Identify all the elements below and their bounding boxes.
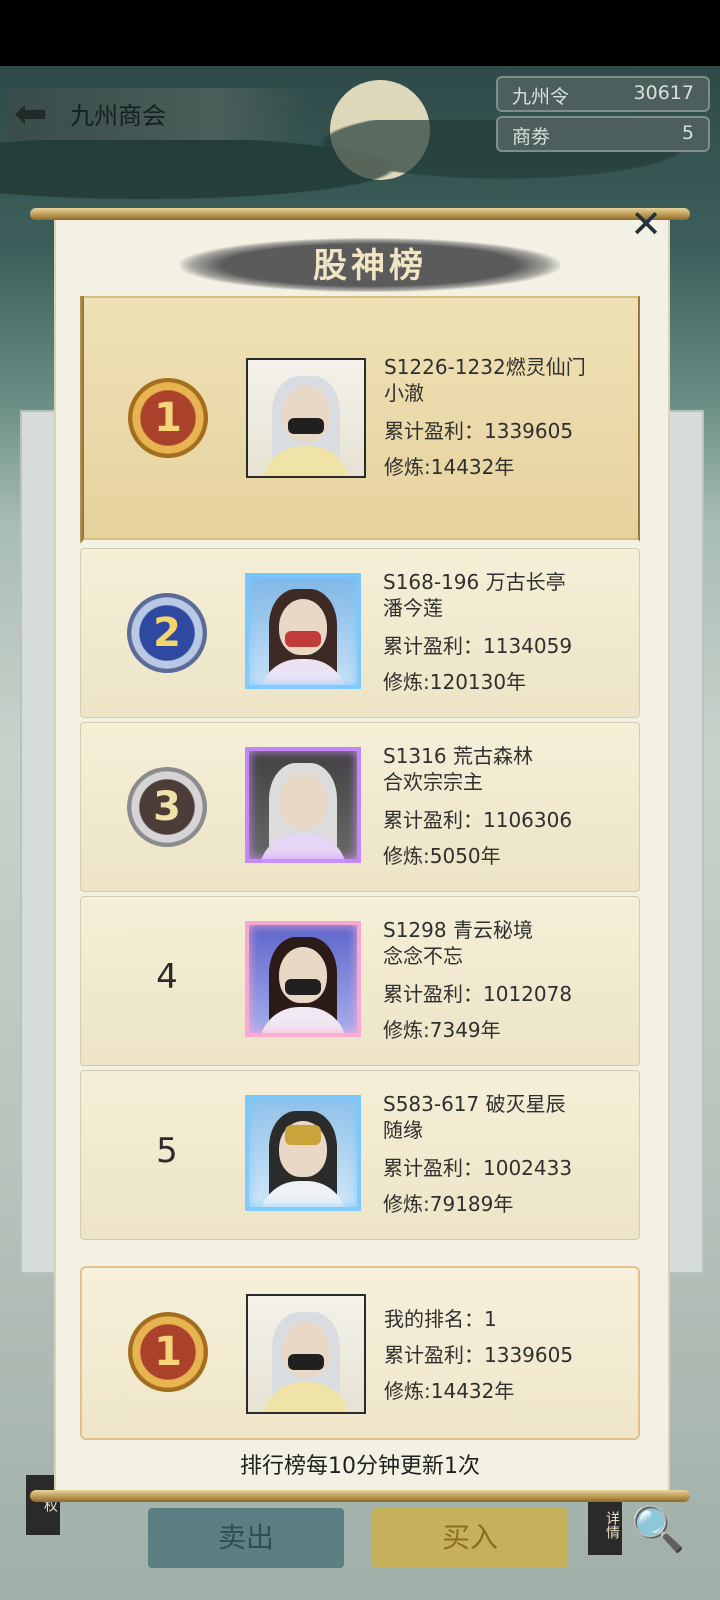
server-name: S1316 荒古森林 bbox=[383, 744, 533, 768]
page-title: 九州商会 bbox=[70, 102, 166, 130]
scroll-rod-top bbox=[30, 208, 690, 220]
rank-medal-icon: 1 bbox=[128, 378, 208, 458]
profit-value: 1012078 bbox=[483, 982, 573, 1006]
server-name: S1298 青云秘境 bbox=[383, 918, 533, 942]
cultivation-label: 修炼: bbox=[383, 1018, 430, 1042]
cultivation-value: 120130年 bbox=[429, 670, 527, 694]
player-avatar[interactable] bbox=[246, 358, 366, 478]
modal-title: 股神榜 bbox=[313, 246, 427, 286]
cultivation-label: 修炼: bbox=[383, 670, 430, 694]
cultivation-label: 修炼: bbox=[383, 1192, 430, 1216]
my-rank-line: 我的排名：1 bbox=[384, 1306, 573, 1332]
player-name: 合欢宗宗主 bbox=[383, 770, 483, 794]
sell-button[interactable]: 卖出 bbox=[148, 1508, 344, 1568]
profit-value: 1339605 bbox=[484, 419, 574, 443]
rank-medal-icon: 1 bbox=[128, 1312, 208, 1392]
ranking-list[interactable]: 1 S1226-1232燃灵仙门 小澈 累计盈利：1339605 修炼:1443… bbox=[80, 296, 640, 1240]
cultivation-line: 修炼:14432年 bbox=[384, 1378, 573, 1404]
ranking-row[interactable]: 4 S1298 青云秘境 念念不忘 累计盈利：1012078 修炼:7349年 bbox=[80, 896, 640, 1066]
cultivation-label: 修炼: bbox=[384, 455, 431, 479]
currency-shangjuan: 商劵 5 bbox=[496, 116, 710, 152]
rank-medal-icon: 3 bbox=[127, 767, 207, 847]
profit-label: 累计盈利： bbox=[383, 808, 483, 832]
player-avatar[interactable] bbox=[245, 1095, 361, 1211]
player-name: 潘今莲 bbox=[383, 596, 443, 620]
cultivation-value: 5050年 bbox=[429, 844, 501, 868]
profit-value: 1002433 bbox=[483, 1156, 573, 1180]
buy-button[interactable]: 买入 bbox=[372, 1508, 568, 1568]
profit-value: 1106306 bbox=[483, 808, 573, 832]
profit-label: 累计盈利： bbox=[383, 982, 483, 1006]
rank-number: 5 bbox=[156, 1131, 178, 1171]
close-icon[interactable]: ✕ bbox=[626, 204, 666, 244]
my-rank-card: 1 我的排名：1 累计盈利：1339605 修炼:14432年 bbox=[80, 1266, 640, 1440]
currency-value: 5 bbox=[681, 122, 694, 144]
player-name: 念念不忘 bbox=[383, 944, 463, 968]
profit-line: 累计盈利：1012078 bbox=[383, 981, 572, 1007]
profit-label: 累计盈利： bbox=[383, 634, 483, 658]
my-rank-label: 我的排名： bbox=[384, 1307, 484, 1331]
player-info: S168-196 万古长亭 潘今莲 累计盈利：1134059 修炼:120130… bbox=[383, 569, 572, 695]
rank-number: 2 bbox=[153, 610, 181, 656]
cultivation-value: 79189年 bbox=[429, 1192, 514, 1216]
cultivation-value: 14432年 bbox=[430, 455, 515, 479]
cultivation-value: 14432年 bbox=[430, 1379, 515, 1403]
profit-line: 累计盈利：1002433 bbox=[383, 1155, 572, 1181]
server-name: S1226-1232燃灵仙门 bbox=[384, 355, 586, 379]
currency-label: 商劵 bbox=[512, 126, 551, 148]
cultivation-line: 修炼:79189年 bbox=[383, 1191, 572, 1217]
rank-medal-icon: 2 bbox=[127, 593, 207, 673]
player-info: S1226-1232燃灵仙门 小澈 累计盈利：1339605 修炼:14432年 bbox=[384, 354, 586, 480]
profit-line: 累计盈利：1339605 bbox=[384, 418, 586, 444]
my-rank-value: 1 bbox=[484, 1307, 497, 1331]
profit-value: 1134059 bbox=[483, 634, 573, 658]
ranking-row[interactable]: 1 S1226-1232燃灵仙门 小澈 累计盈利：1339605 修炼:1443… bbox=[80, 296, 640, 544]
scroll-rod-bottom bbox=[30, 1490, 690, 1502]
ranking-row[interactable]: 5 S583-617 破灭星辰 随缘 累计盈利：1002433 修炼:79189… bbox=[80, 1070, 640, 1240]
player-info: S1298 青云秘境 念念不忘 累计盈利：1012078 修炼:7349年 bbox=[383, 917, 572, 1043]
player-avatar[interactable] bbox=[245, 573, 361, 689]
rank-number: 1 bbox=[154, 395, 182, 441]
profit-line: 累计盈利：1339605 bbox=[384, 1342, 573, 1368]
currency-label: 九州令 bbox=[512, 86, 570, 108]
profit-line: 累计盈利：1134059 bbox=[383, 633, 572, 659]
search-icon[interactable]: 🔍 bbox=[628, 1500, 688, 1560]
cultivation-label: 修炼: bbox=[383, 844, 430, 868]
profit-line: 累计盈利：1106306 bbox=[383, 807, 572, 833]
cultivation-value: 7349年 bbox=[429, 1018, 501, 1042]
currency-value: 30617 bbox=[633, 82, 694, 104]
profit-label: 累计盈利： bbox=[384, 419, 484, 443]
ranking-row[interactable]: 3 S1316 荒古森林 合欢宗宗主 累计盈利：1106306 修炼:5050年 bbox=[80, 722, 640, 892]
my-rank-info: 我的排名：1 累计盈利：1339605 修炼:14432年 bbox=[384, 1306, 573, 1404]
player-avatar[interactable] bbox=[245, 747, 361, 863]
rank-number: 3 bbox=[153, 784, 181, 830]
player-info: S1316 荒古森林 合欢宗宗主 累计盈利：1106306 修炼:5050年 bbox=[383, 743, 572, 869]
currency-jiuzhouling: 九州令 30617 bbox=[496, 76, 710, 112]
status-bar-area bbox=[0, 0, 720, 66]
profit-label: 累计盈利： bbox=[383, 1156, 483, 1180]
player-avatar[interactable] bbox=[246, 1294, 366, 1414]
cultivation-line: 修炼:14432年 bbox=[384, 454, 586, 480]
update-note: 排行榜每10分钟更新1次 bbox=[240, 1454, 480, 1479]
cultivation-line: 修炼:5050年 bbox=[383, 843, 572, 869]
server-name: S168-196 万古长亭 bbox=[383, 570, 566, 594]
player-name: 小澈 bbox=[384, 381, 424, 405]
rank-number: 4 bbox=[156, 957, 178, 997]
player-info: S583-617 破灭星辰 随缘 累计盈利：1002433 修炼:79189年 bbox=[383, 1091, 572, 1217]
back-arrow-icon[interactable]: ⬅ bbox=[14, 92, 64, 136]
player-avatar[interactable] bbox=[245, 921, 361, 1037]
player-name: 随缘 bbox=[383, 1118, 423, 1142]
ranking-row[interactable]: 2 S168-196 万古长亭 潘今莲 累计盈利：1134059 修炼:1201… bbox=[80, 548, 640, 718]
cultivation-line: 修炼:7349年 bbox=[383, 1017, 572, 1043]
server-name: S583-617 破灭星辰 bbox=[383, 1092, 566, 1116]
rank-number: 1 bbox=[154, 1329, 182, 1375]
profit-value: 1339605 bbox=[484, 1343, 574, 1367]
right-side-badge[interactable]: 详情 bbox=[588, 1495, 622, 1555]
profit-label: 累计盈利： bbox=[384, 1343, 484, 1367]
cultivation-line: 修炼:120130年 bbox=[383, 669, 572, 695]
cultivation-label: 修炼: bbox=[384, 1379, 431, 1403]
